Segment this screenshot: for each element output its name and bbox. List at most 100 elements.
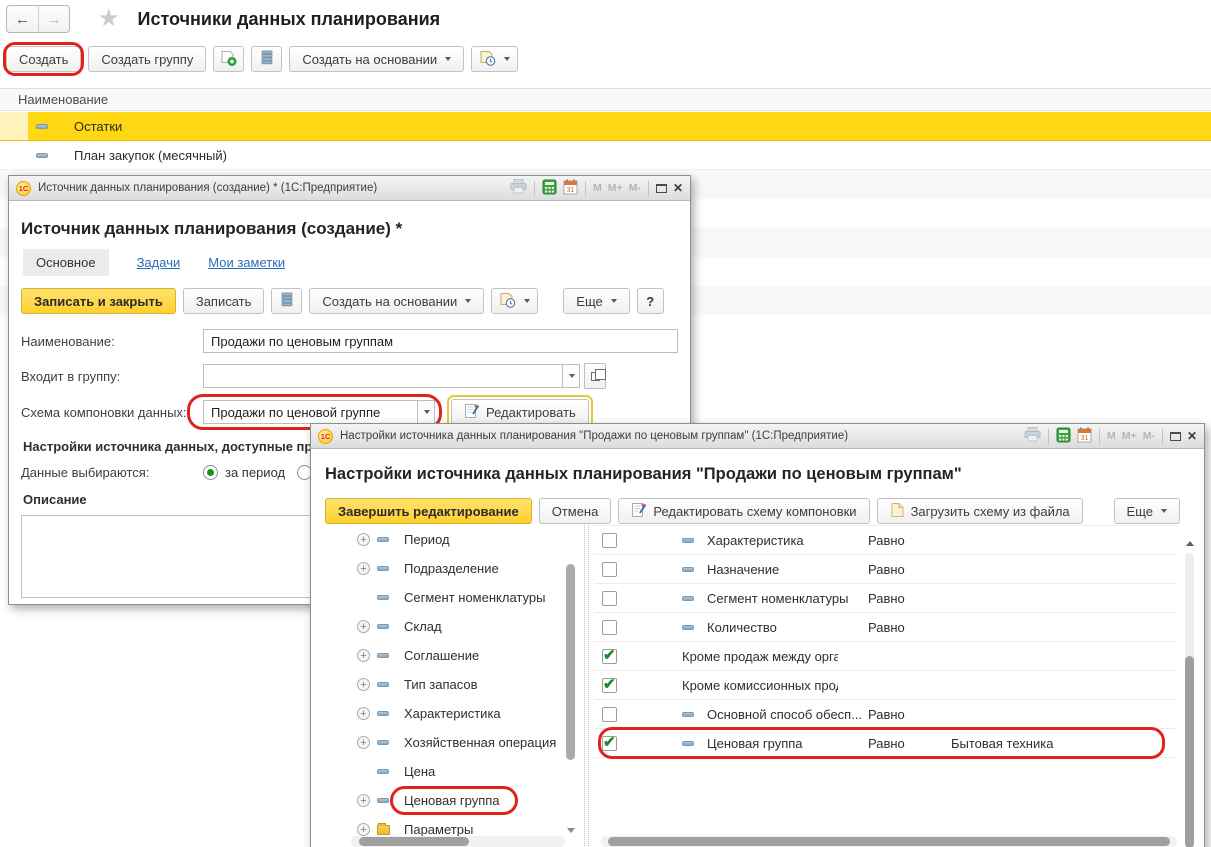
list-settings-button[interactable]	[251, 46, 282, 72]
tree-item[interactable]: Параметры	[319, 815, 565, 836]
save-and-close-button[interactable]: Записать и закрыть	[21, 288, 176, 314]
group-field[interactable]	[203, 364, 580, 388]
history-menu-button[interactable]	[471, 46, 518, 72]
filter-row[interactable]: Ценовая группа Равно Бытовая техника	[594, 729, 1177, 758]
calendar-icon[interactable]: 31	[563, 179, 578, 198]
list-column-header[interactable]: Наименование	[0, 88, 1211, 111]
expand-plus-icon[interactable]	[357, 620, 370, 633]
scrollbar-thumb[interactable]	[608, 837, 1170, 846]
tree-item[interactable]: Тип запасов	[319, 670, 565, 699]
history-menu-button[interactable]	[491, 288, 538, 314]
tree-item[interactable]: Соглашение	[319, 641, 565, 670]
filter-row[interactable]: Количество Равно	[594, 613, 1177, 642]
favorite-star-icon[interactable]: ★	[98, 7, 120, 31]
checkbox[interactable]	[602, 562, 617, 577]
save-button[interactable]: Записать	[183, 288, 265, 314]
tab[interactable]: Основное	[23, 249, 109, 276]
tree-item[interactable]: Хозяйственная операция	[319, 728, 565, 757]
calculator-icon[interactable]	[542, 179, 557, 198]
tree-item[interactable]: Характеристика	[319, 699, 565, 728]
create-based-on-button[interactable]: Создать на основании	[289, 46, 464, 72]
dialog1-titlebar: 1С Источник данных планирования (создани…	[9, 176, 690, 201]
checkbox[interactable]	[602, 533, 617, 548]
filter-row[interactable]: Основной способ обесп... Равно	[594, 700, 1177, 729]
scroll-up-arrow[interactable]	[1186, 541, 1194, 546]
finish-editing-button[interactable]: Завершить редактирование	[325, 498, 532, 524]
close-icon[interactable]: ✕	[1187, 429, 1197, 443]
forward-button[interactable]: →	[38, 6, 69, 32]
expand-plus-icon[interactable]	[357, 533, 370, 546]
expand-plus-icon[interactable]	[357, 678, 370, 691]
dash-icon	[377, 537, 389, 542]
load-schema-from-file-button[interactable]: Загрузить схему из файла	[877, 498, 1083, 524]
schema-field[interactable]: Продажи по ценовой группе	[203, 400, 435, 424]
open-list-button[interactable]	[584, 363, 606, 389]
edit-composition-schema-button[interactable]: Редактировать схему компоновки	[618, 498, 869, 524]
expand-plus-icon[interactable]	[357, 649, 370, 662]
name-field[interactable]: Продажи по ценовым группам	[203, 329, 678, 353]
maximize-icon[interactable]	[656, 184, 667, 193]
checkbox[interactable]	[602, 649, 617, 664]
checkbox[interactable]	[602, 707, 617, 722]
filter-row[interactable]: Назначение Равно	[594, 555, 1177, 584]
separator	[585, 181, 586, 196]
calendar-icon[interactable]: 31	[1077, 427, 1092, 446]
dropdown-button[interactable]	[417, 401, 434, 423]
more-button[interactable]: Еще	[1114, 498, 1180, 524]
filter-row[interactable]: Характеристика Равно	[594, 526, 1177, 555]
checkbox[interactable]	[602, 736, 617, 751]
tab[interactable]: Задачи	[137, 255, 181, 270]
tree-item[interactable]: Цена	[319, 757, 565, 786]
close-icon[interactable]: ✕	[673, 181, 683, 195]
more-button[interactable]: Еще	[563, 288, 629, 314]
help-button[interactable]: ?	[637, 288, 664, 314]
filter-label: Назначение	[707, 562, 779, 577]
calculator-icon[interactable]	[1056, 427, 1071, 446]
tree-item[interactable]: Склад	[319, 612, 565, 641]
cancel-button[interactable]: Отмена	[539, 498, 612, 524]
filter-row[interactable]: Кроме продаж между организациями	[594, 642, 1177, 671]
checkbox[interactable]	[602, 591, 617, 606]
filter-row[interactable]: Сегмент номенклатуры Равно	[594, 584, 1177, 613]
create-based-on-label: Создать на основании	[302, 52, 437, 67]
create-group-button[interactable]: Создать группу	[88, 46, 206, 72]
tree-item[interactable]: Период	[319, 525, 565, 554]
add-copy-icon	[220, 50, 237, 69]
create-button-label: Создать	[19, 52, 68, 67]
history-nav-group: ← →	[6, 5, 70, 33]
dash-icon	[377, 798, 389, 803]
checkbox[interactable]	[602, 678, 617, 693]
tab[interactable]: Мои заметки	[208, 255, 285, 270]
row-marker-cell	[0, 112, 28, 140]
back-button[interactable]: ←	[7, 6, 38, 32]
create-based-on-button[interactable]: Создать на основании	[309, 288, 484, 314]
expand-plus-icon[interactable]	[357, 794, 370, 807]
filter-row[interactable]: Кроме комиссионных продаж	[594, 671, 1177, 700]
scrollbar-thumb[interactable]	[566, 564, 575, 760]
scrollbar-thumb[interactable]	[1185, 656, 1194, 847]
scroll-down-arrow[interactable]	[567, 828, 575, 833]
list-settings-button[interactable]	[271, 288, 302, 314]
expand-plus-icon[interactable]	[357, 707, 370, 720]
copy-item-button[interactable]	[213, 46, 244, 72]
radio-period[interactable]	[203, 465, 218, 480]
create-button[interactable]: Создать	[6, 46, 81, 72]
edit-schema-button[interactable]: Редактировать	[451, 399, 589, 425]
expand-plus-icon[interactable]	[357, 562, 370, 575]
table-row[interactable]: Остатки	[0, 112, 1211, 141]
tree-item-label: Сегмент номенклатуры	[404, 590, 545, 605]
filters-horizontal-scrollbar	[601, 836, 1177, 847]
expand-plus-icon[interactable]	[357, 823, 370, 836]
scrollbar-thumb[interactable]	[359, 837, 469, 846]
expand-plus-icon[interactable]	[357, 736, 370, 749]
arrow-right-icon: →	[47, 11, 62, 28]
dialog1-tabs: Основное Задачи Мои заметки	[23, 249, 676, 276]
maximize-icon[interactable]	[1170, 432, 1181, 441]
tree-item[interactable]: Ценовая группа	[319, 786, 565, 815]
table-row[interactable]: План закупок (месячный)	[0, 141, 1211, 170]
tree-item-label: Подразделение	[404, 561, 499, 576]
tree-item[interactable]: Сегмент номенклатуры	[319, 583, 565, 612]
checkbox[interactable]	[602, 620, 617, 635]
tree-item[interactable]: Подразделение	[319, 554, 565, 583]
dropdown-button[interactable]	[562, 365, 579, 387]
